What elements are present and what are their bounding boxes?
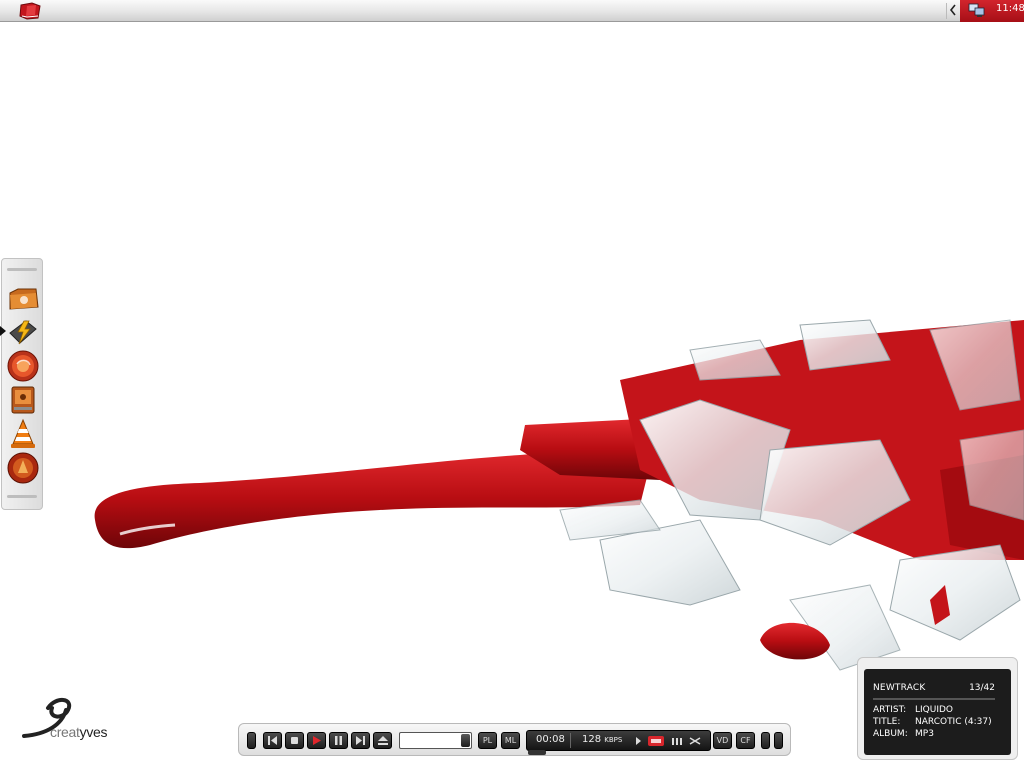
system-tray: 11:48 <box>960 0 1024 22</box>
eject-button[interactable] <box>373 732 392 749</box>
red-book-menu-icon <box>19 2 41 20</box>
eject-icon <box>377 736 388 745</box>
logo-text: creatyves <box>50 724 108 740</box>
playlist-button[interactable]: PL <box>478 732 497 749</box>
pause-button[interactable] <box>329 732 348 749</box>
seek-slider[interactable] <box>399 732 472 749</box>
bitrate-value: 128 <box>582 734 602 745</box>
media-library-button[interactable]: ML <box>501 732 520 749</box>
media-player-bar: PL ML 00:08 128 KBPS VD CF <box>238 723 791 756</box>
hard-drive-icon <box>11 386 35 414</box>
vlc-cone-icon <box>11 418 35 448</box>
stop-icon <box>291 737 298 744</box>
player-dock-tab[interactable] <box>528 750 546 755</box>
lightning-app-icon <box>9 320 37 345</box>
previous-icon <box>268 736 277 745</box>
top-taskbar: 11:48 <box>0 0 1024 22</box>
dock-separator <box>7 268 37 271</box>
display-divider <box>570 733 571 748</box>
player-handle-left[interactable] <box>247 732 256 749</box>
title-label: TITLE: <box>873 717 901 727</box>
previous-button[interactable] <box>263 732 282 749</box>
seek-slider-knob[interactable] <box>461 734 470 747</box>
track-position: 13/42 <box>969 683 995 693</box>
start-menu-button[interactable] <box>18 2 44 20</box>
video-button[interactable]: VD <box>713 732 732 749</box>
album-label: ALBUM: <box>873 729 908 739</box>
launcher-dock <box>1 258 43 510</box>
notification-panel: NEWTRACK 13/42 ARTIST: LIQUIDO TITLE: NA… <box>864 669 1011 755</box>
dock-item-media-app[interactable] <box>6 451 40 485</box>
dock-item-vlc[interactable] <box>6 417 40 451</box>
artist-label: ARTIST: <box>873 705 907 715</box>
player-handle-right-1[interactable] <box>761 732 770 749</box>
chevron-left-icon <box>949 4 956 16</box>
dock-item-hard-drive[interactable] <box>6 383 40 417</box>
player-handle-right-2[interactable] <box>774 732 783 749</box>
bitrate-unit: KBPS <box>604 736 623 744</box>
next-icon <box>356 736 365 745</box>
play-icon <box>313 736 321 745</box>
dock-active-pointer-icon <box>0 326 6 336</box>
title-value: NARCOTIC (4:37) <box>915 717 992 727</box>
dock-item-home-folder[interactable] <box>6 281 40 315</box>
album-value: MP3 <box>915 729 934 739</box>
logo-prefix: creat <box>50 724 80 740</box>
media-app-icon <box>7 452 39 484</box>
notification-divider <box>873 698 995 700</box>
elapsed-time: 00:08 <box>536 734 565 745</box>
player-display: 00:08 128 KBPS <box>526 730 711 751</box>
network-computers-icon[interactable] <box>968 3 986 18</box>
dock-item-lightning-app[interactable] <box>6 315 40 349</box>
firefox-icon <box>7 350 39 382</box>
stop-button[interactable] <box>285 732 304 749</box>
artist-value: LIQUIDO <box>915 705 954 715</box>
pause-icon <box>335 736 342 745</box>
play-button[interactable] <box>307 732 326 749</box>
dock-separator <box>7 495 37 498</box>
notification-title: NEWTRACK <box>873 683 926 693</box>
home-folder-icon <box>9 288 39 310</box>
tray-expand-button[interactable] <box>946 3 959 19</box>
next-button[interactable] <box>351 732 370 749</box>
crossfade-button[interactable]: CF <box>736 732 755 749</box>
logo-suffix: yves <box>79 724 108 740</box>
dock-item-firefox[interactable] <box>6 349 40 383</box>
display-status-icons <box>636 736 701 746</box>
bitrate: 128 KBPS <box>582 734 622 745</box>
now-playing-notification: NEWTRACK 13/42 ARTIST: LIQUIDO TITLE: NA… <box>857 657 1018 760</box>
clock[interactable]: 11:48 <box>996 3 1024 14</box>
